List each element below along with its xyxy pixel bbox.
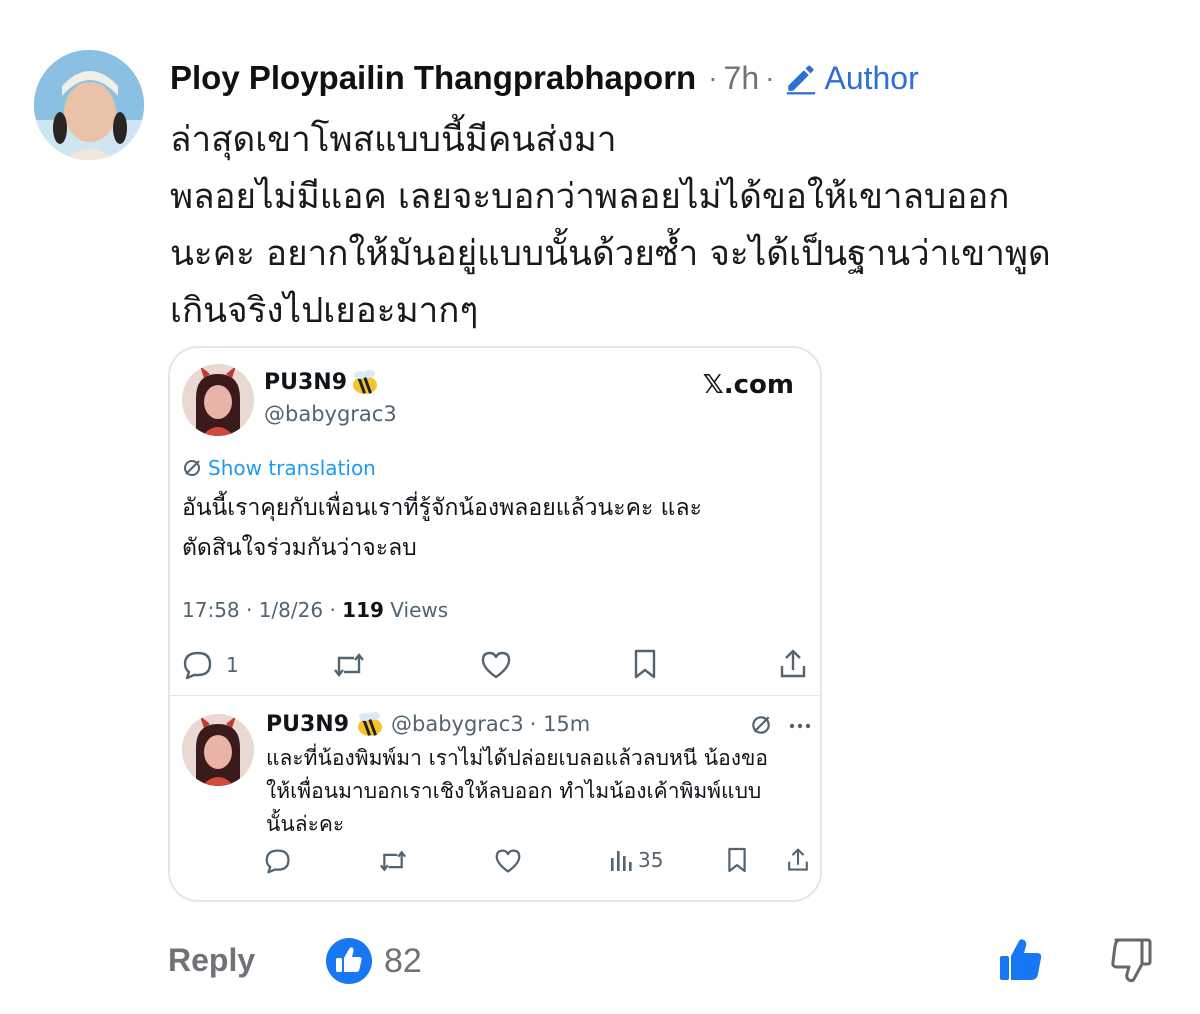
reply-icon — [265, 849, 290, 874]
tweet-author-name: PU3N9 — [264, 370, 348, 395]
translate-icon — [752, 716, 770, 734]
bee-emoji-icon — [353, 370, 377, 394]
attached-image[interactable]: PU3N9 @babygrac3 𝕏.com Show translation … — [168, 346, 822, 902]
tweet-views-label: Views — [383, 598, 449, 622]
tweet-like-action — [480, 650, 512, 680]
comment-line: เกินจริงไปเยอะมากๆ — [170, 291, 479, 331]
tweet-handle: @babygrac3 — [264, 402, 397, 426]
bookmark-icon — [634, 649, 656, 679]
reply-tweet-time: · 15m — [529, 712, 591, 736]
share-icon — [780, 649, 806, 678]
comment-header: Ploy Ploypailin Thangprabhaporn · 7h · A… — [170, 56, 919, 100]
comment-line: นะคะ อยากให้มันอยู่แบบนั้นด้วยซ้ำ จะได้เ… — [170, 234, 1051, 274]
reply-count: 1 — [226, 653, 239, 677]
tweet-bookmark-action — [632, 648, 658, 680]
tweet-share-action — [778, 648, 808, 680]
tweet-text-line: อันนี้เราคุยกับเพื่อนเราที่รู้จักน้องพลอ… — [182, 495, 702, 521]
reply-tweet-text-line: นั้นล่ะคะ — [266, 812, 345, 836]
show-translation-label: Show translation — [208, 456, 376, 480]
reply-button[interactable]: Reply — [168, 942, 255, 979]
reaction-count[interactable]: 82 — [326, 938, 422, 984]
tweet-text: อันนี้เราคุยกับเพื่อนเราที่รู้จักน้องพลอ… — [182, 488, 792, 568]
author-badge: Author — [784, 59, 919, 97]
show-translation-link[interactable]: Show translation — [182, 456, 376, 480]
reply-tweet-header: PU3N9 @babygrac3 · 15m — [266, 710, 590, 738]
like-button[interactable] — [996, 936, 1044, 988]
heart-icon — [495, 849, 521, 873]
tweet-timestamp: 17:58 · 1/8/26 · — [182, 598, 343, 622]
views-icon — [611, 851, 632, 871]
reply-tweet-text-line: และที่น้องพิมพ์มา เราไม่ได้ปล่อยเบลอแล้ว… — [266, 746, 769, 770]
tweet-reply-action: 1 — [182, 650, 239, 680]
reply-tweet-handle: @babygrac3 — [391, 712, 524, 736]
thumbs-down-icon — [1111, 938, 1152, 983]
tweet-text-line: ตัดสินใจร่วมกันว่าจะลบ — [182, 535, 417, 561]
comment-body: ล่าสุดเขาโพสแบบนี้มีคนส่งมา พลอยไม่มีแอค… — [170, 112, 1180, 340]
reply-tweet-views: 35 — [610, 848, 663, 872]
like-reaction-icon — [326, 938, 372, 984]
tweet-meta: 17:58 · 1/8/26 · 119 Views — [182, 598, 448, 622]
translate-icon — [184, 460, 200, 476]
dislike-button[interactable] — [1110, 936, 1154, 988]
author-badge-label: Author — [824, 59, 919, 96]
comment-line: ล่าสุดเขาโพสแบบนี้มีคนส่งมา — [170, 120, 617, 160]
reply-tweet-author-name: PU3N9 — [266, 711, 350, 737]
reply-tweet-text-line: ให้เพื่อนมาบอกเราเชิงให้ลบออก ทำไมน้องเค… — [266, 779, 762, 803]
like-count: 82 — [384, 941, 422, 980]
tweet-avatar — [182, 364, 254, 436]
reply-tweet-avatar — [182, 714, 254, 786]
separator: · — [765, 62, 775, 93]
reply-tweet-text: และที่น้องพิมพ์มา เราไม่ได้ปล่อยเบลอแล้ว… — [266, 742, 816, 841]
thumbs-up-icon — [1000, 939, 1042, 980]
x-com-label: 𝕏.com — [702, 370, 794, 400]
reply-views-count: 35 — [638, 848, 664, 872]
comment-time[interactable]: 7h — [724, 60, 760, 97]
retweet-icon — [334, 653, 364, 677]
pencil-icon — [787, 65, 816, 95]
heart-icon — [481, 651, 511, 679]
bee-emoji-icon — [358, 712, 383, 736]
author-name[interactable]: Ploy Ploypailin Thangprabhaporn — [170, 59, 696, 97]
bookmark-icon — [728, 847, 746, 873]
commenter-avatar[interactable] — [34, 50, 144, 160]
comment-line: พลอยไม่มีแอค เลยจะบอกว่าพลอยไม่ได้ขอให้เ… — [170, 177, 1010, 217]
retweet-icon — [379, 850, 407, 872]
tweet-retweet-action — [332, 650, 366, 680]
separator: · — [708, 62, 718, 93]
reply-icon — [183, 651, 212, 680]
tweet-views-count: 119 — [342, 598, 384, 622]
more-icon — [789, 723, 811, 729]
tweet-divider — [170, 695, 820, 696]
share-icon — [788, 848, 808, 871]
